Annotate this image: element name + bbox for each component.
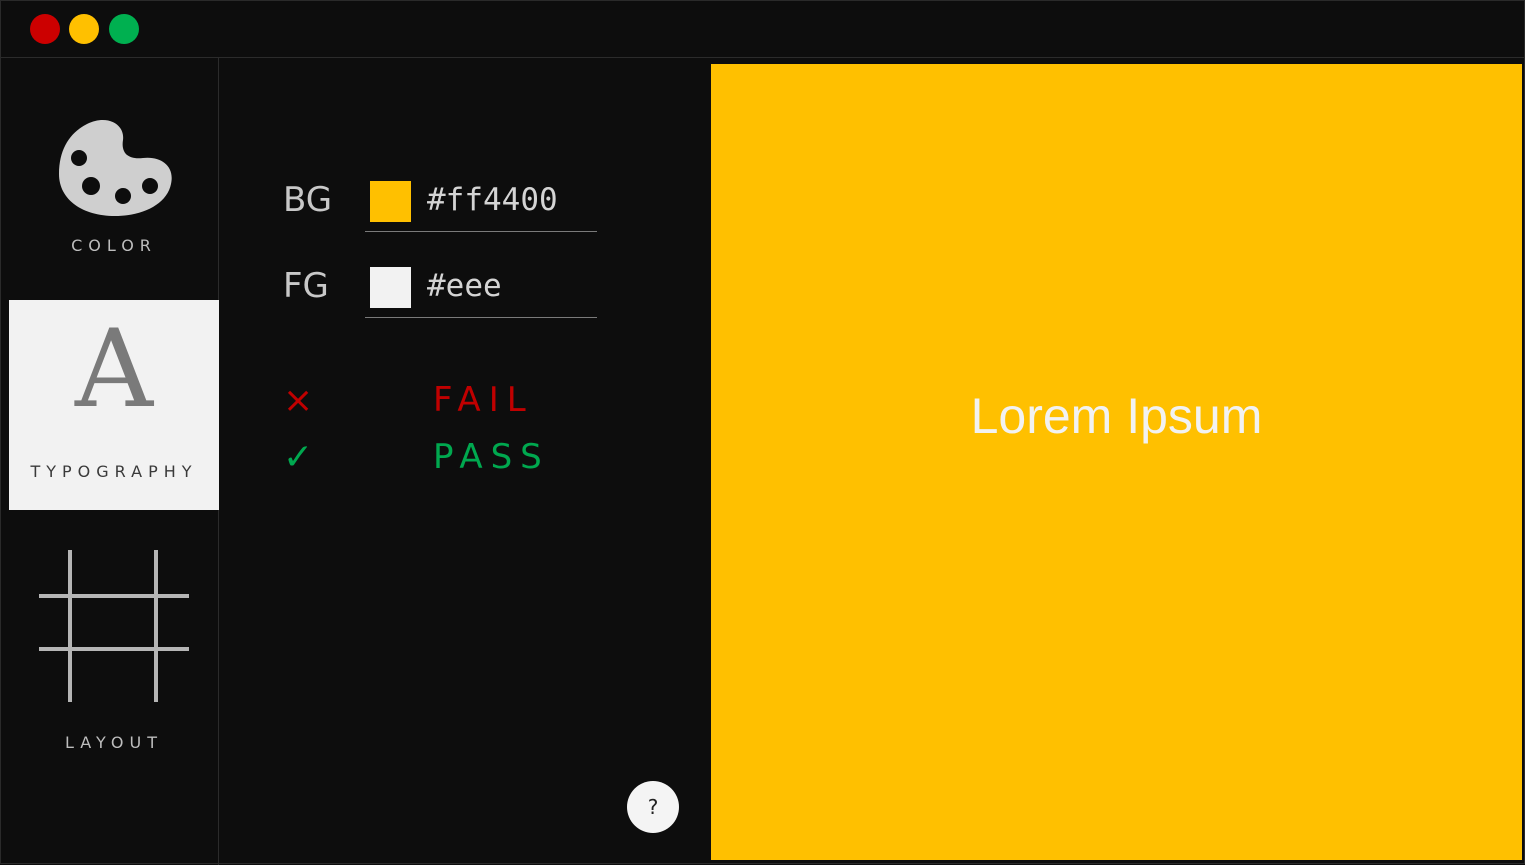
bg-color-value[interactable]: #ff4400 xyxy=(427,182,558,218)
typography-icon: A xyxy=(75,307,153,432)
sidebar-item-label: COLOR xyxy=(71,236,157,255)
sidebar-item-color[interactable]: COLOR xyxy=(9,58,219,300)
sidebar-item-layout[interactable]: LAYOUT xyxy=(9,510,219,865)
fg-color-field[interactable]: #eee xyxy=(365,266,597,318)
preview-sample-text: Lorem Ipsum xyxy=(970,388,1263,444)
sidebar-item-typography[interactable]: A TYPOGRAPHY xyxy=(9,300,219,510)
cross-icon: × xyxy=(283,380,314,421)
bg-label: BG xyxy=(283,180,333,220)
fg-color-value[interactable]: #eee xyxy=(427,268,502,304)
palette-icon xyxy=(59,119,172,216)
check-icon: ✓ xyxy=(283,437,314,478)
help-button[interactable]: ? xyxy=(627,781,679,833)
pass-label: PASS xyxy=(433,437,550,477)
contrast-controls-panel: BG #ff4400 FG #eee × FAIL ✓ PASS ? xyxy=(220,58,710,865)
sidebar-item-label: TYPOGRAPHY xyxy=(30,462,198,481)
title-bar xyxy=(1,1,1525,58)
sidebar-item-label: LAYOUT xyxy=(65,733,163,752)
grid-icon xyxy=(39,550,189,702)
close-window-button[interactable] xyxy=(30,14,60,44)
bg-color-swatch[interactable] xyxy=(370,181,411,222)
fail-label: FAIL xyxy=(433,380,534,420)
app-window: COLOR A TYPOGRAPHY LAYOUT BG #ff4400 FG … xyxy=(0,0,1525,865)
minimize-window-button[interactable] xyxy=(69,14,99,44)
fg-label: FG xyxy=(283,266,329,306)
bg-color-field[interactable]: #ff4400 xyxy=(365,180,597,232)
maximize-window-button[interactable] xyxy=(109,14,139,44)
sidebar-nav: COLOR A TYPOGRAPHY LAYOUT xyxy=(9,58,219,865)
fg-color-swatch[interactable] xyxy=(370,267,411,308)
preview-pane: Lorem Ipsum xyxy=(711,64,1522,860)
